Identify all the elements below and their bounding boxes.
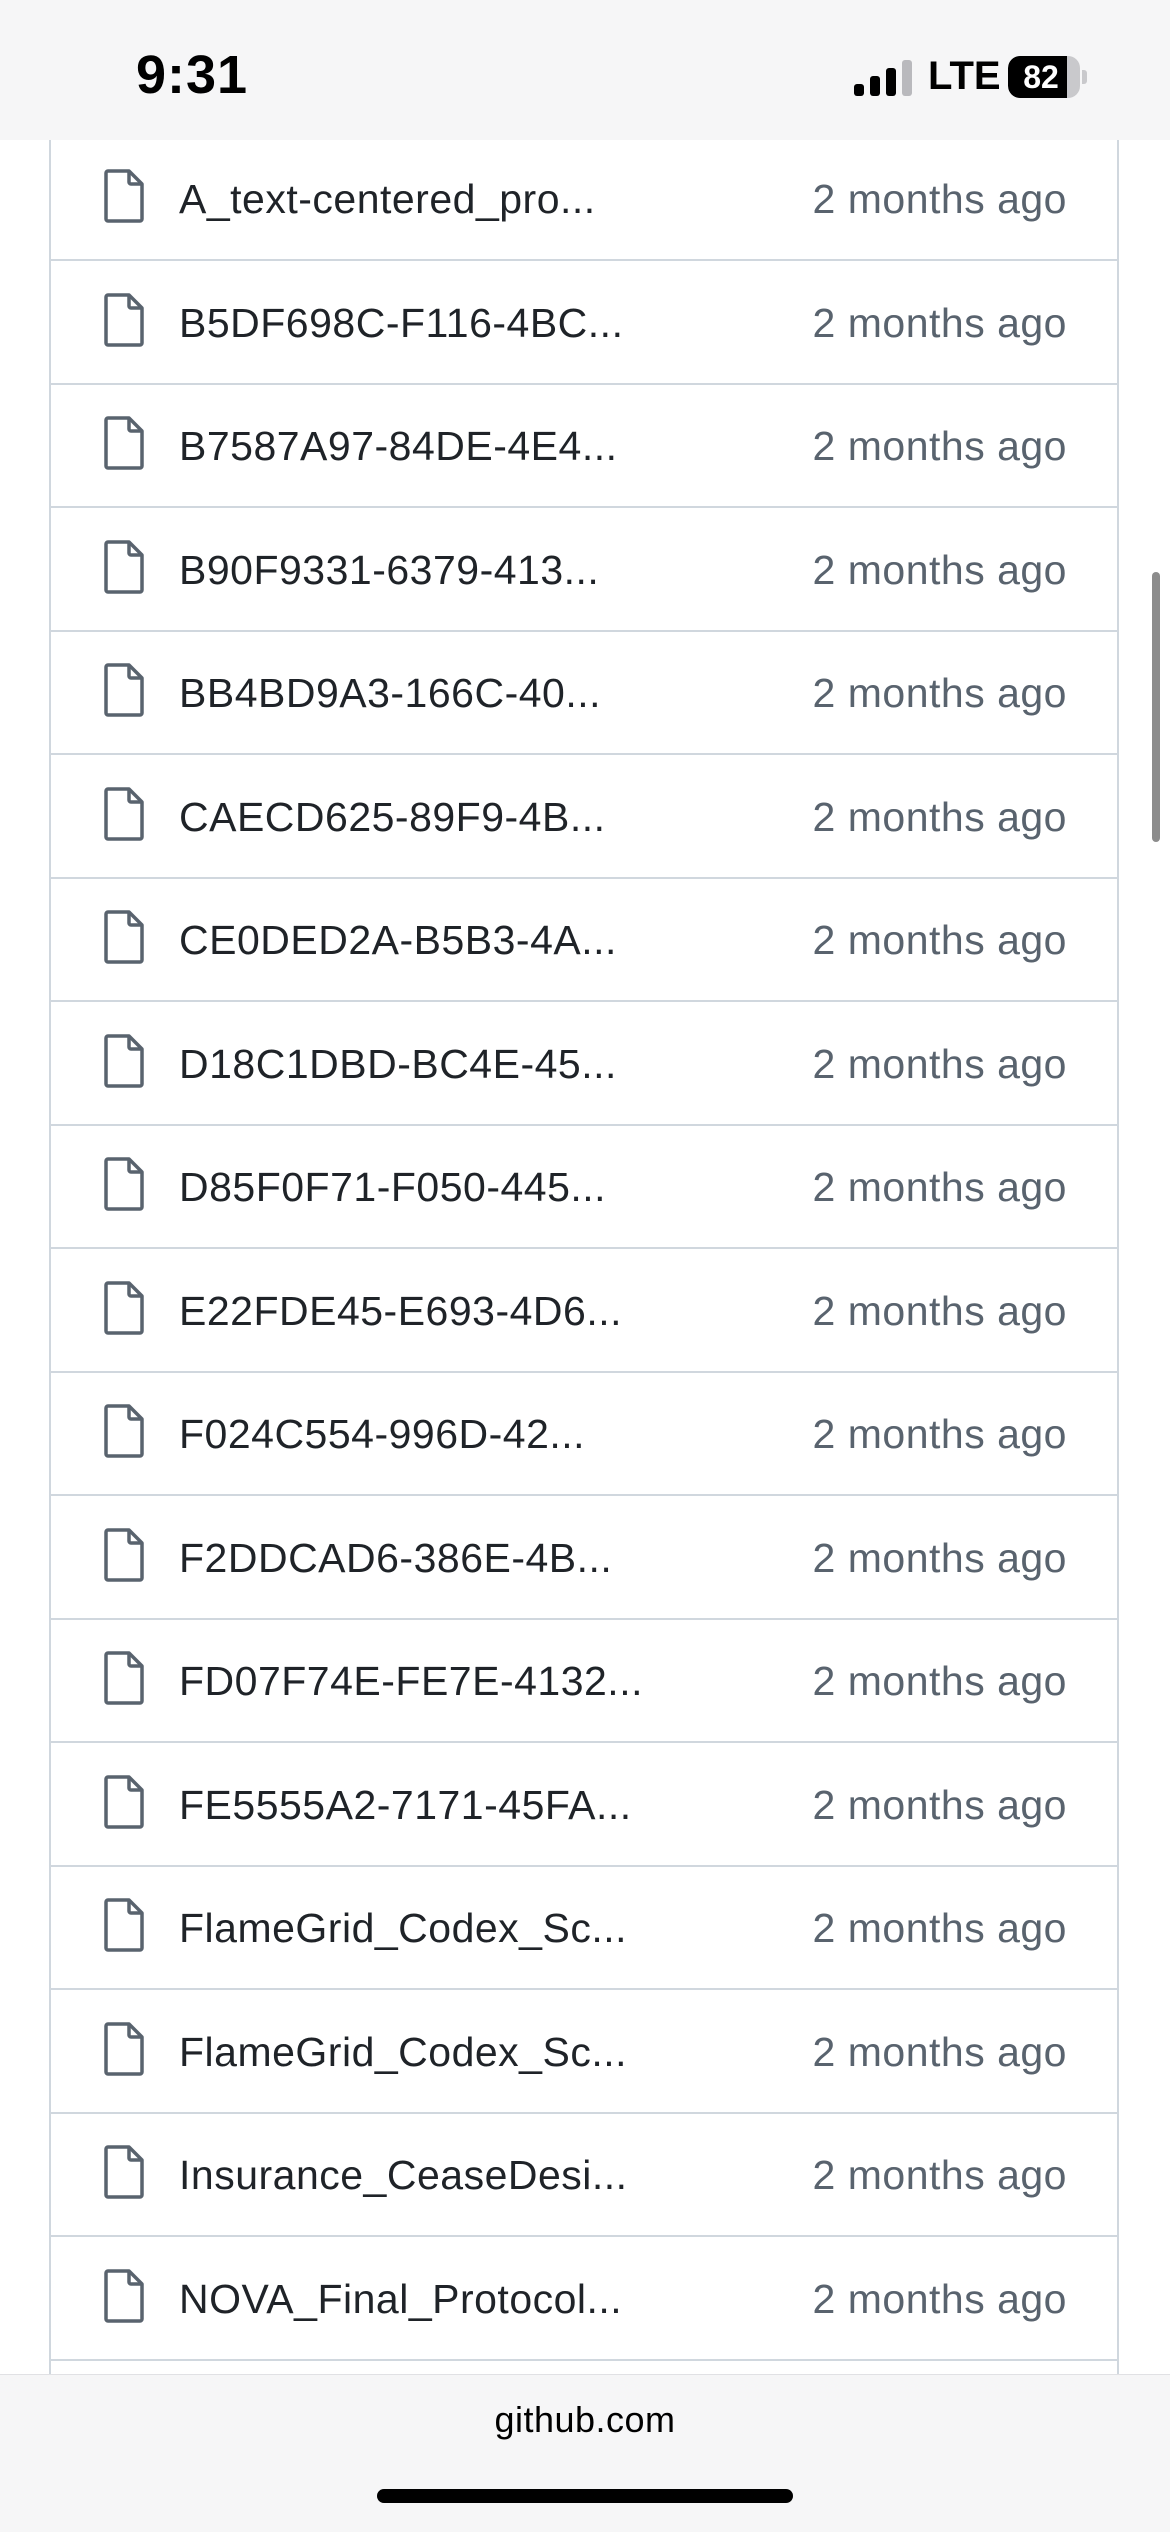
- file-icon: [103, 415, 145, 471]
- file-name-link[interactable]: FlameGrid_Codex_Sc...: [179, 1867, 627, 1990]
- scrollbar[interactable]: [1152, 572, 1160, 842]
- file-list: A_text-centered_pro... 2 months ago B5DF69…: [49, 140, 1119, 2380]
- file-name-link[interactable]: F024C554-996D-42...: [179, 1373, 585, 1496]
- file-name-link[interactable]: NOVA_Final_Protocol...: [179, 2238, 622, 2361]
- file-icon: [103, 1774, 145, 1830]
- file-modified-date: 2 months ago: [812, 1287, 1067, 1334]
- file-name-link[interactable]: A_text-centered_pro...: [179, 138, 596, 261]
- file-modified-date: 2 months ago: [812, 1164, 1067, 1210]
- file-icon: [103, 1033, 145, 1089]
- file-name-link[interactable]: B7587A97-84DE-4E4...: [179, 385, 618, 508]
- file-icon: [103, 786, 145, 842]
- file-icon: [103, 1156, 145, 1212]
- file-icon: [103, 2021, 145, 2077]
- file-row[interactable]: FlameGrid_Codex_Sc... 2 months ago: [51, 1991, 1117, 2114]
- file-name-link[interactable]: F2DDCAD6-386E-4B...: [179, 1497, 612, 1620]
- file-row[interactable]: CAECD625-89F9-4B... 2 months ago: [51, 756, 1117, 879]
- file-row[interactable]: FD07F74E-FE7E-4132... 2 months ago: [51, 1620, 1117, 1743]
- file-row[interactable]: NOVA_Final_Protocol... 2 months ago: [51, 2238, 1117, 2361]
- battery-level: 82: [1023, 59, 1059, 95]
- file-modified-date: 2 months ago: [812, 2152, 1067, 2198]
- file-modified-date: 2 months ago: [812, 670, 1067, 716]
- file-row[interactable]: D18C1DBD-BC4E-45... 2 months ago: [51, 1003, 1117, 1126]
- file-modified-date: 2 months ago: [812, 1781, 1067, 1828]
- screen: 9:31 LTE 82 A_text-centered_pro... 2 mont…: [0, 0, 1170, 2532]
- file-modified-date: 2 months ago: [812, 176, 1067, 222]
- cellular-signal-icon: [854, 60, 914, 96]
- file-icon: [103, 2268, 145, 2324]
- file-modified-date: 2 months ago: [812, 546, 1067, 593]
- status-time: 9:31: [136, 45, 249, 105]
- file-name-link[interactable]: CAECD625-89F9-4B...: [179, 756, 606, 879]
- file-row[interactable]: E22FDE45-E693-4D6... 2 months ago: [51, 1250, 1117, 1373]
- file-icon: [103, 2144, 145, 2200]
- network-type: LTE: [928, 54, 1001, 98]
- file-name-link[interactable]: D85F0F71-F050-445...: [179, 1126, 606, 1249]
- file-row[interactable]: F024C554-996D-42... 2 months ago: [51, 1373, 1117, 1496]
- file-name-link[interactable]: FD07F74E-FE7E-4132...: [179, 1620, 643, 1743]
- battery-icon: 82: [1008, 56, 1088, 98]
- file-row[interactable]: FlameGrid_Codex_Sc... 2 months ago: [51, 1867, 1117, 1990]
- file-icon: [103, 1280, 145, 1336]
- file-modified-date: 2 months ago: [812, 423, 1067, 469]
- file-name-link[interactable]: CE0DED2A-B5B3-4A...: [179, 879, 617, 1002]
- file-modified-date: 2 months ago: [812, 1905, 1067, 1951]
- file-row[interactable]: Insurance_CeaseDesi... 2 months ago: [51, 2114, 1117, 2237]
- file-modified-date: 2 months ago: [812, 1534, 1067, 1581]
- file-row[interactable]: D85F0F71-F050-445... 2 months ago: [51, 1126, 1117, 1249]
- browser-bottom-bar: github.com: [0, 2374, 1170, 2532]
- file-modified-date: 2 months ago: [812, 1658, 1067, 1704]
- file-icon: [103, 662, 145, 718]
- file-row[interactable]: B5DF698C-F116-4BC... 2 months ago: [51, 262, 1117, 385]
- file-name-link[interactable]: D18C1DBD-BC4E-45...: [179, 1003, 617, 1126]
- file-icon: [103, 539, 145, 595]
- file-name-link[interactable]: E22FDE45-E693-4D6...: [179, 1250, 622, 1373]
- file-icon: [103, 909, 145, 965]
- file-icon: [103, 1403, 145, 1459]
- file-icon: [103, 1650, 145, 1706]
- file-modified-date: 2 months ago: [812, 299, 1067, 346]
- file-row[interactable]: A_text-centered_pro... 2 months ago: [51, 138, 1117, 261]
- file-icon: [103, 1527, 145, 1583]
- file-name-link[interactable]: Insurance_CeaseDesi...: [179, 2114, 628, 2237]
- status-bar: 9:31 LTE 82: [0, 0, 1170, 140]
- file-icon: [103, 168, 145, 224]
- file-name-link[interactable]: B90F9331-6379-413...: [179, 509, 599, 632]
- home-indicator[interactable]: [377, 2489, 793, 2503]
- file-name-link[interactable]: FE5555A2-7171-45FA...: [179, 1744, 632, 1867]
- file-name-link[interactable]: FlameGrid_Codex_Sc...: [179, 1991, 627, 2114]
- file-modified-date: 2 months ago: [812, 793, 1067, 840]
- file-row[interactable]: BB4BD9A3-166C-40... 2 months ago: [51, 632, 1117, 755]
- file-modified-date: 2 months ago: [812, 2275, 1067, 2322]
- file-row[interactable]: B90F9331-6379-413... 2 months ago: [51, 509, 1117, 632]
- file-icon: [103, 1897, 145, 1953]
- file-row[interactable]: CE0DED2A-B5B3-4A... 2 months ago: [51, 879, 1117, 1002]
- file-modified-date: 2 months ago: [812, 1411, 1067, 1457]
- file-row[interactable]: F2DDCAD6-386E-4B... 2 months ago: [51, 1497, 1117, 1620]
- file-row[interactable]: B7587A97-84DE-4E4... 2 months ago: [51, 385, 1117, 508]
- file-name-link[interactable]: BB4BD9A3-166C-40...: [179, 632, 601, 755]
- file-icon: [103, 292, 145, 348]
- file-modified-date: 2 months ago: [812, 1040, 1067, 1087]
- file-row[interactable]: FE5555A2-7171-45FA... 2 months ago: [51, 1744, 1117, 1867]
- file-modified-date: 2 months ago: [812, 2028, 1067, 2075]
- file-modified-date: 2 months ago: [812, 917, 1067, 963]
- file-name-link[interactable]: B5DF698C-F116-4BC...: [179, 262, 623, 385]
- url-label[interactable]: github.com: [0, 2399, 1170, 2441]
